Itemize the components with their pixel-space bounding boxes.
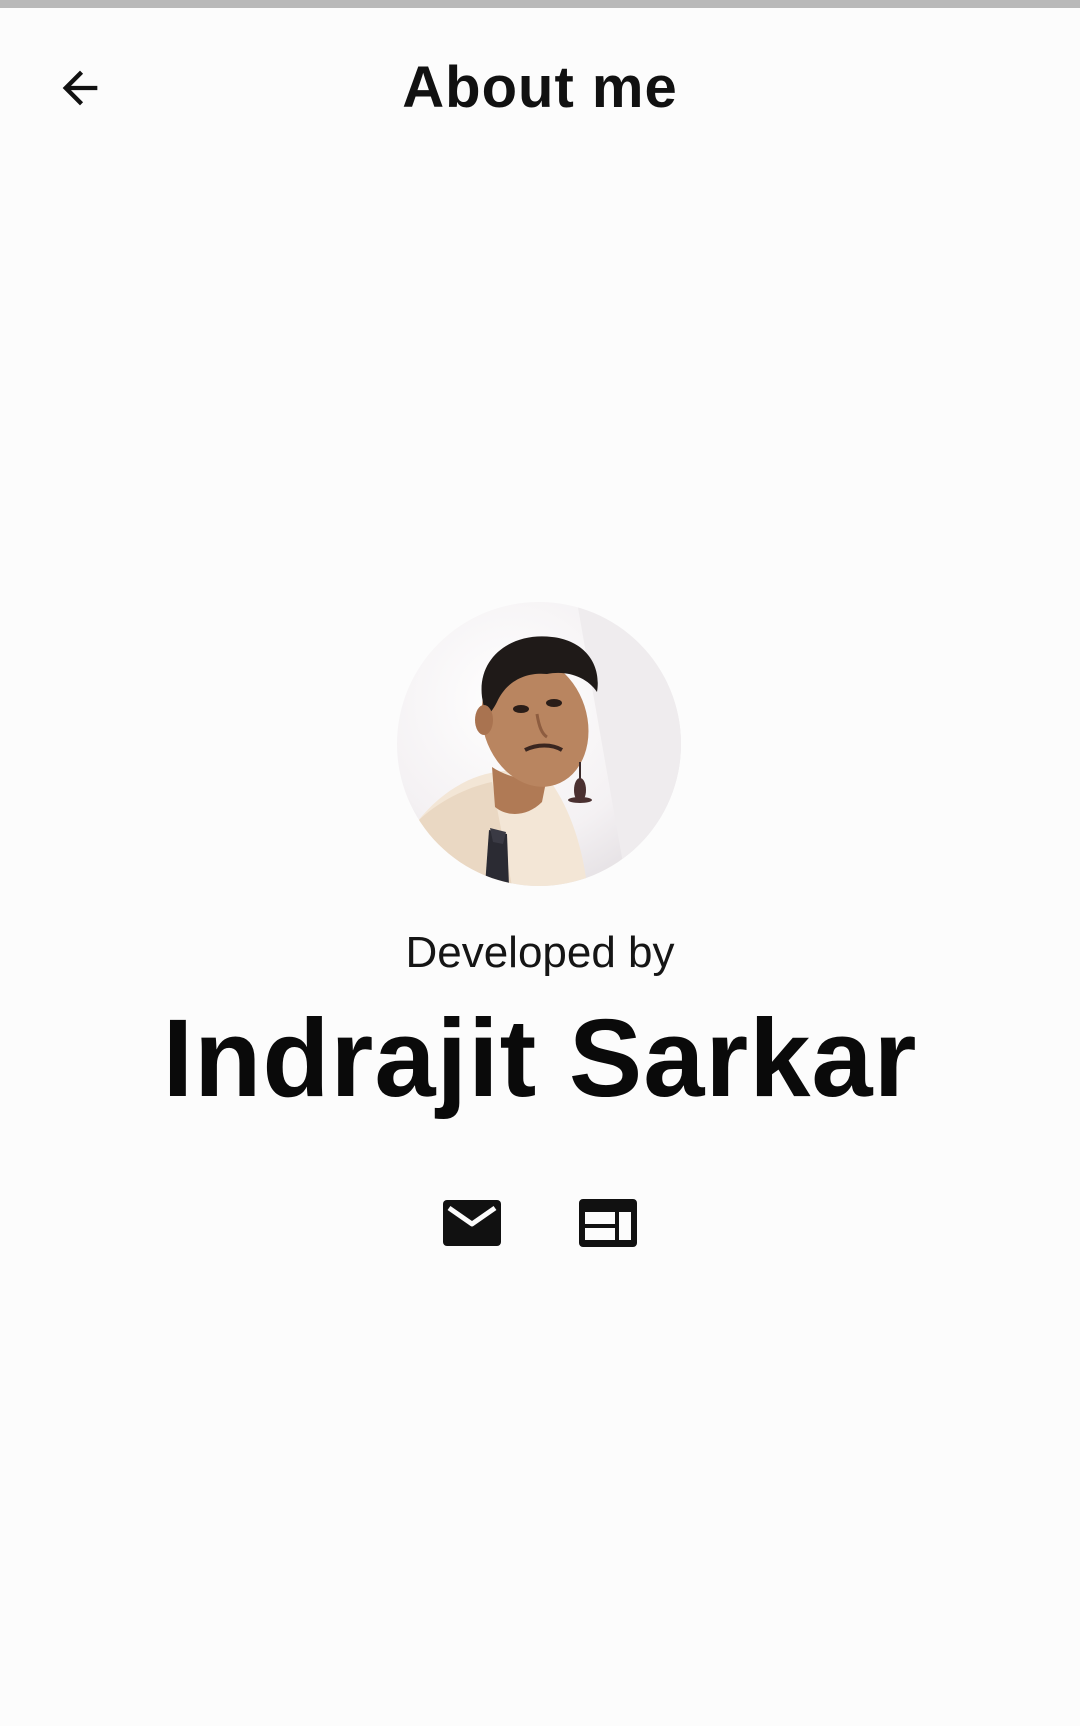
developed-by-label: Developed by: [405, 928, 675, 977]
email-button[interactable]: [443, 1198, 501, 1248]
status-bar: [0, 0, 1080, 8]
web-icon: [579, 1199, 637, 1247]
developer-name: Indrajit Sarkar: [162, 997, 918, 1120]
mail-icon: [443, 1200, 501, 1246]
app-bar: About me: [0, 8, 1080, 168]
page-title: About me: [402, 55, 678, 120]
contact-links: [0, 1198, 1080, 1248]
website-button[interactable]: [579, 1198, 637, 1248]
avatar: [397, 602, 681, 886]
